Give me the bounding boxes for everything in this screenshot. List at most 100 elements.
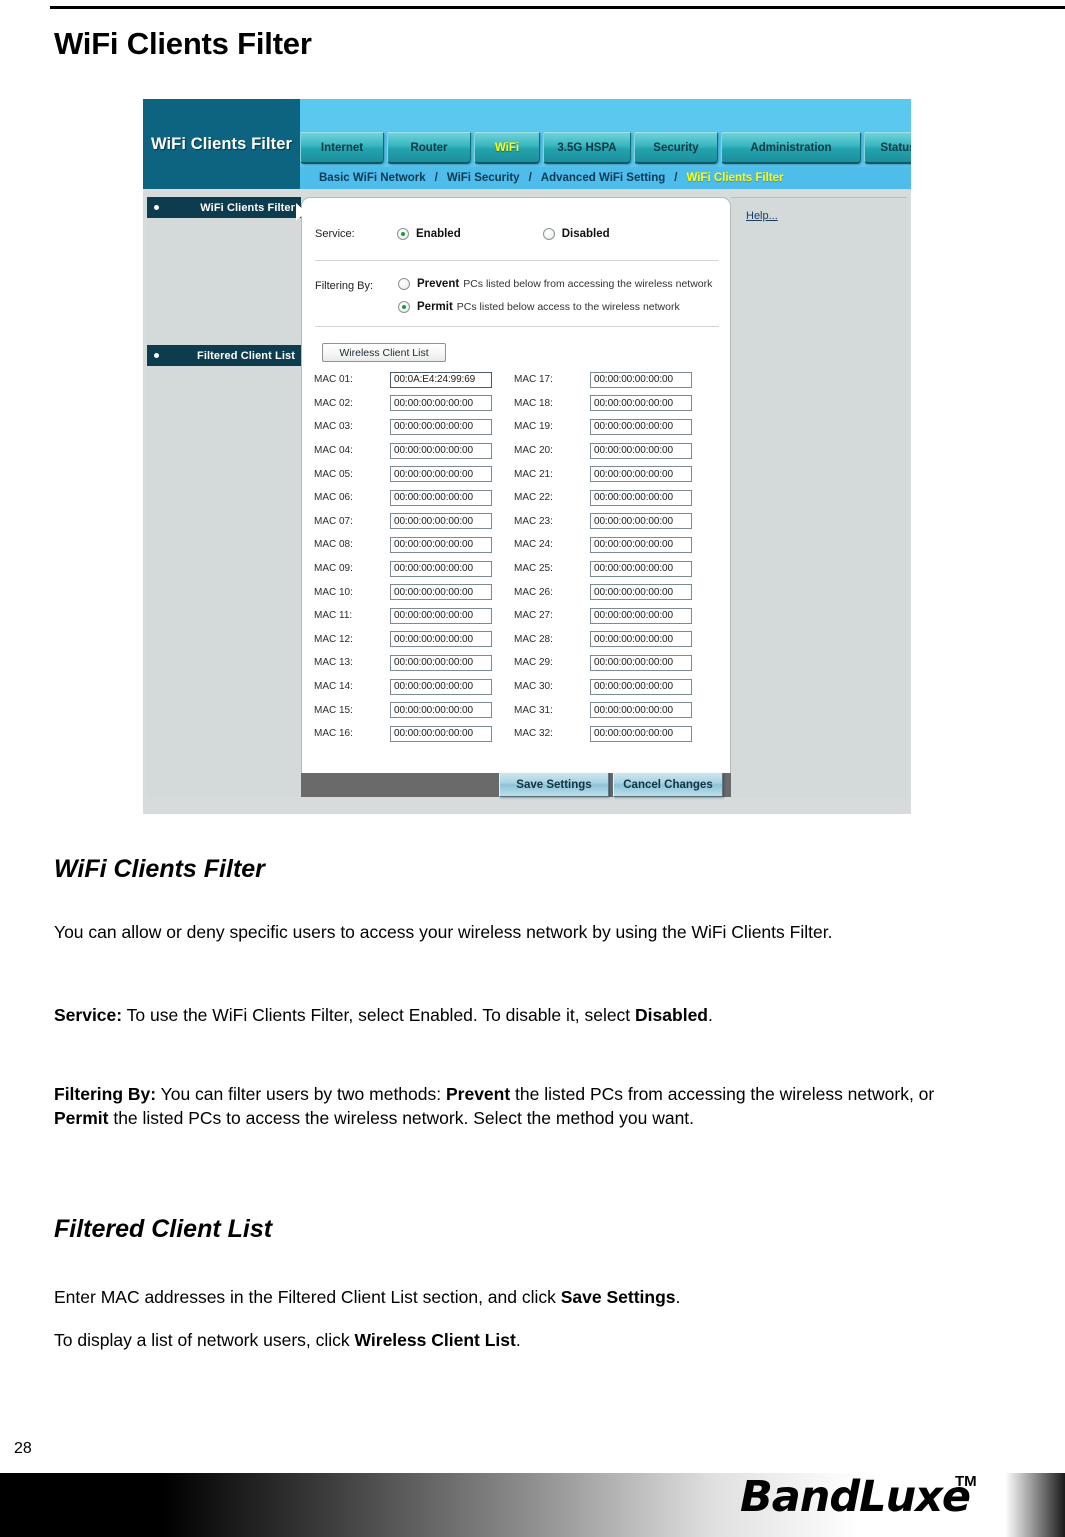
mac-address-input[interactable]: 00:00:00:00:00:00 [590, 442, 692, 459]
wireless-client-list-button[interactable]: Wireless Client List [322, 343, 446, 362]
mac-address-input[interactable]: 00:00:00:00:00:00 [590, 654, 692, 671]
breadcrumb-basic-wifi-network[interactable]: Basic WiFi Network [319, 172, 426, 184]
radio-filter-permit[interactable]: Permit PCs listed below access to the wi… [398, 301, 680, 313]
tab-security[interactable]: Security [634, 132, 718, 164]
mac-address-input[interactable]: 00:00:00:00:00:00 [590, 371, 692, 388]
mac-address-input[interactable]: 00:00:00:00:00:00 [590, 725, 692, 742]
mac-address-input[interactable]: 00:00:00:00:00:00 [590, 560, 692, 577]
mac-row-label: MAC 01: [314, 374, 353, 386]
mac-address-input[interactable]: 00:00:00:00:00:00 [390, 513, 492, 530]
mac-row: MAC 08: 00:00:00:00:00:00 [314, 533, 492, 557]
filter-prevent-description: PCs listed below from accessing the wire… [463, 278, 713, 290]
breadcrumb: Basic WiFi Network / WiFi Security / Adv… [300, 167, 911, 189]
mac-address-input[interactable]: 00:00:00:00:00:00 [590, 513, 692, 530]
mac-row: MAC 03: 00:00:00:00:00:00 [314, 415, 492, 439]
mac-row: MAC 05: 00:00:00:00:00:00 [314, 462, 492, 486]
service-label: Service: [315, 228, 355, 240]
breadcrumb-wifi-security[interactable]: WiFi Security [447, 172, 520, 184]
footer-gradient-right [1005, 1473, 1065, 1537]
sidebar-item-wifi-clients-filter[interactable]: WiFi Clients Filter [147, 197, 301, 218]
mac-row-label: MAC 24: [514, 539, 553, 551]
save-settings-button[interactable]: Save Settings [499, 773, 609, 797]
mac-row-label: MAC 03: [314, 421, 353, 433]
service-text-1: To use the WiFi Clients Filter, select E… [122, 1005, 636, 1025]
mac-address-input[interactable]: 00:00:00:00:00:00 [390, 489, 492, 506]
service-text-3: . [708, 1005, 713, 1025]
mac-row-label: MAC 18: [514, 397, 553, 409]
enter-bold-save-settings: Save Settings [560, 1287, 676, 1307]
divider [315, 326, 719, 327]
page-title: WiFi Clients Filter [54, 26, 312, 61]
tab-3-5g-hspa[interactable]: 3.5G HSPA [543, 132, 631, 164]
tab-wifi[interactable]: WiFi [474, 132, 540, 164]
mac-address-input[interactable]: 00:00:00:00:00:00 [590, 678, 692, 695]
header-rule [50, 6, 1065, 9]
radio-on-icon [397, 228, 409, 240]
mac-address-input[interactable]: 00:00:00:00:00:00 [390, 536, 492, 553]
mac-address-input[interactable]: 00:00:00:00:00:00 [390, 560, 492, 577]
mac-address-input[interactable]: 00:00:00:00:00:00 [590, 536, 692, 553]
tab-router[interactable]: Router [387, 132, 471, 164]
paragraph-enter-mac: Enter MAC addresses in the Filtered Clie… [54, 1285, 994, 1309]
mac-address-input[interactable]: 00:00:00:00:00:00 [590, 489, 692, 506]
router-button-bar: Save Settings Cancel Changes [301, 773, 731, 797]
mac-address-input[interactable]: 00:00:00:00:00:00 [390, 725, 492, 742]
sidebar-item-label: WiFi Clients Filter [200, 201, 295, 214]
mac-row-label: MAC 08: [314, 539, 353, 551]
section-heading-filtered-client-list: Filtered Client List [54, 1215, 273, 1243]
help-link[interactable]: Help... [746, 210, 778, 222]
mac-column-left: MAC 01: 00:0A:E4:24:99:69 MAC 02: 00:00:00:… [314, 368, 492, 746]
mac-row-label: MAC 17: [514, 374, 553, 386]
router-tab-bar: Internet Router WiFi 3.5G HSPA Security … [300, 132, 911, 164]
mac-row: MAC 13: 00:00:00:00:00:00 [314, 651, 492, 675]
mac-address-input[interactable]: 00:00:00:00:00:00 [590, 466, 692, 483]
mac-address-input[interactable]: 00:00:00:00:00:00 [390, 395, 492, 412]
breadcrumb-wifi-clients-filter[interactable]: WiFi Clients Filter [686, 172, 783, 184]
mac-address-input[interactable]: 00:00:00:00:00:00 [590, 631, 692, 648]
mac-column-right: MAC 17: 00:00:00:00:00:00 MAC 18: 00:00:00:… [514, 368, 692, 746]
mac-address-input[interactable]: 00:00:00:00:00:00 [390, 466, 492, 483]
mac-row: MAC 26: 00:00:00:00:00:00 [514, 580, 692, 604]
breadcrumb-advanced-wifi-setting[interactable]: Advanced WiFi Setting [541, 172, 666, 184]
mac-address-input[interactable]: 00:00:00:00:00:00 [590, 702, 692, 719]
router-brand-title: WiFi Clients Filter [150, 134, 293, 153]
radio-service-disabled-label: Disabled [561, 228, 610, 240]
mac-row: MAC 01: 00:0A:E4:24:99:69 [314, 368, 492, 392]
mac-address-input[interactable]: 00:00:00:00:00:00 [590, 418, 692, 435]
sidebar-item-filtered-client-list[interactable]: Filtered Client List [147, 345, 301, 366]
radio-service-enabled[interactable]: Enabled [397, 228, 461, 240]
mac-address-input[interactable]: 00:00:00:00:00:00 [390, 442, 492, 459]
mac-row-label: MAC 21: [514, 468, 553, 480]
filtering-bold-prevent: Prevent [445, 1084, 511, 1104]
mac-row: MAC 15: 00:00:00:00:00:00 [314, 698, 492, 722]
radio-off-icon [398, 278, 410, 290]
mac-row: MAC 06: 00:00:00:00:00:00 [314, 486, 492, 510]
mac-address-input[interactable]: 00:00:00:00:00:00 [390, 631, 492, 648]
tab-status[interactable]: Status [864, 132, 911, 164]
mac-address-input[interactable]: 00:00:00:00:00:00 [390, 678, 492, 695]
radio-service-disabled[interactable]: Disabled [542, 228, 610, 240]
mac-address-input[interactable]: 00:00:00:00:00:00 [590, 395, 692, 412]
mac-address-input[interactable]: 00:00:00:00:00:00 [390, 702, 492, 719]
paragraph-service: Service: To use the WiFi Clients Filter,… [54, 1003, 989, 1027]
tab-internet[interactable]: Internet [300, 132, 384, 164]
mac-address-input[interactable]: 00:00:00:00:00:00 [390, 418, 492, 435]
mac-address-input[interactable]: 00:00:00:00:00:00 [390, 607, 492, 624]
tab-administration[interactable]: Administration [721, 132, 861, 164]
mac-row-label: MAC 12: [314, 633, 353, 645]
mac-address-input[interactable]: 00:00:00:00:00:00 [390, 654, 492, 671]
mac-row-label: MAC 23: [514, 515, 553, 527]
mac-address-input[interactable]: 00:00:00:00:00:00 [390, 584, 492, 601]
mac-address-input[interactable]: 00:00:00:00:00:00 [590, 607, 692, 624]
cancel-changes-button[interactable]: Cancel Changes [613, 773, 723, 797]
mac-row-label: MAC 13: [314, 657, 353, 669]
filtering-bold-permit: Permit [54, 1108, 109, 1128]
radio-filter-prevent[interactable]: Prevent PCs listed below from accessing … [398, 278, 712, 290]
mac-address-input[interactable]: 00:0A:E4:24:99:69 [390, 371, 492, 388]
mac-address-input[interactable]: 00:00:00:00:00:00 [590, 584, 692, 601]
mac-row: MAC 25: 00:00:00:00:00:00 [514, 557, 692, 581]
mac-row: MAC 07: 00:00:00:00:00:00 [314, 510, 492, 534]
bandluxe-logo: BandLuxe [740, 1472, 971, 1522]
mac-row-label: MAC 28: [514, 633, 553, 645]
